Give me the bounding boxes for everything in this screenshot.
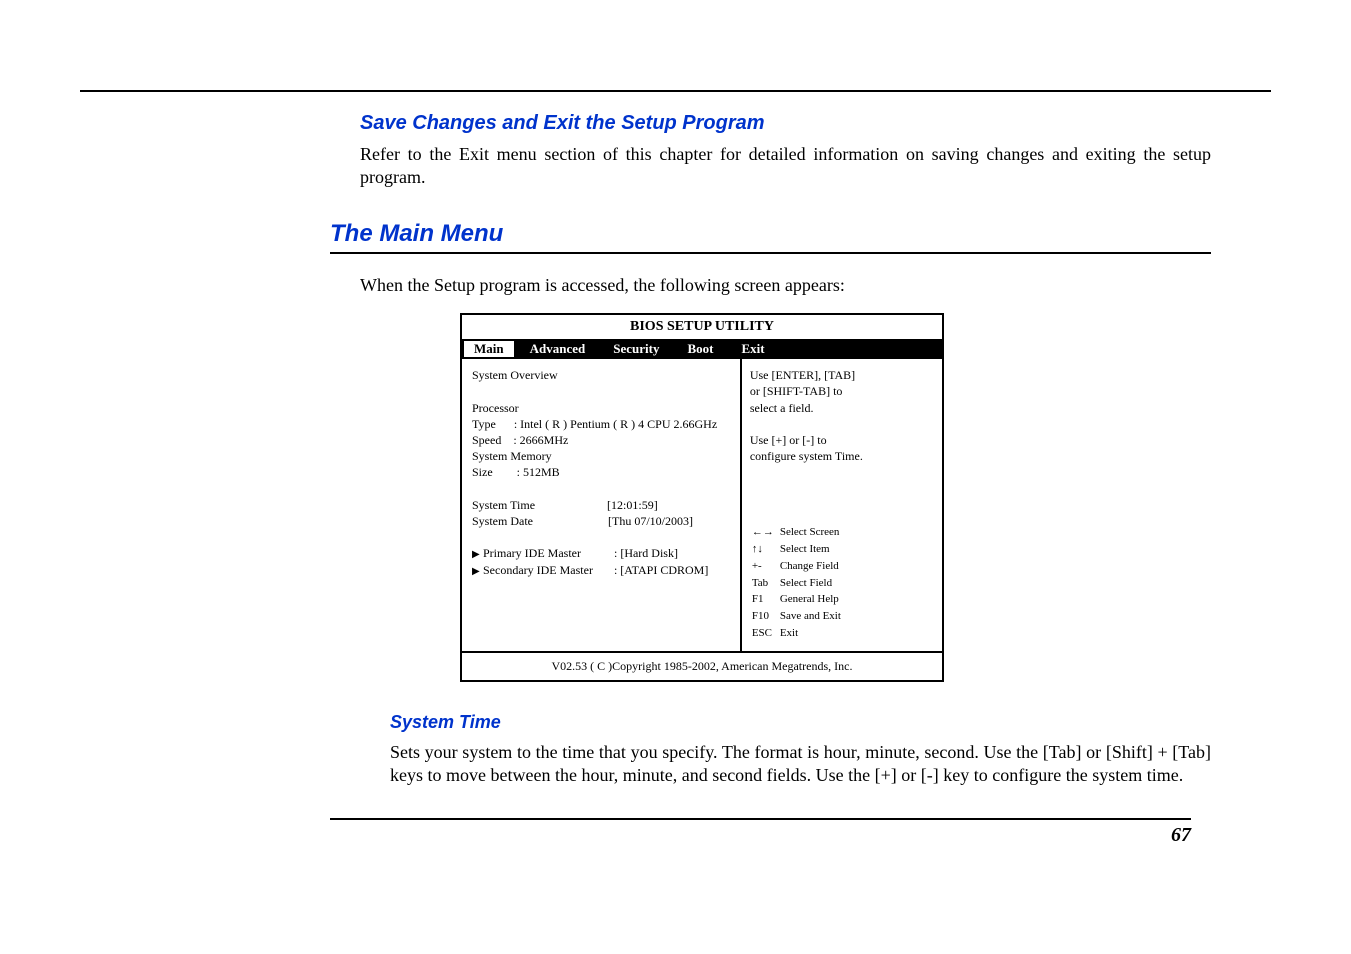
bios-help-text: Use [ENTER], [TAB] or [SHIFT-TAB] to sel… xyxy=(750,367,934,464)
key-lr-label: Select Screen xyxy=(780,525,845,540)
save-exit-section: Save Changes and Exit the Setup Program … xyxy=(360,112,1211,190)
key-ud-label: Select Item xyxy=(780,542,845,557)
bios-time-label: System Time xyxy=(472,498,535,512)
key-f1: F1 xyxy=(752,592,778,607)
bios-body: System Overview Processor Type : Intel (… xyxy=(462,359,942,651)
bios-type-row: Type : Intel ( R ) Pentium ( R ) 4 CPU 2… xyxy=(472,417,717,431)
top-horizontal-rule xyxy=(80,90,1271,92)
system-time-heading: System Time xyxy=(390,712,1271,733)
save-exit-body: Refer to the Exit menu section of this c… xyxy=(360,143,1211,190)
bios-tab-advanced: Advanced xyxy=(516,339,600,359)
bios-size-row: Size : 512MB xyxy=(472,465,560,479)
bios-left-panel: System Overview Processor Type : Intel (… xyxy=(462,359,742,651)
bios-tab-boot: Boot xyxy=(673,339,727,359)
key-esc-label: Exit xyxy=(780,626,845,641)
key-f10-label: Save and Exit xyxy=(780,609,845,624)
page-number: 67 xyxy=(1171,824,1191,846)
key-esc: ESC xyxy=(752,626,778,641)
key-pm: +- xyxy=(752,559,778,574)
triangle-icon: ▶ xyxy=(472,565,480,579)
bios-overview-label: System Overview xyxy=(472,368,558,382)
bios-key-legend: ←→Select Screen ↑↓Select Item +-Change F… xyxy=(750,523,934,643)
bios-setup-screenshot: BIOS SETUP UTILITY Main Advanced Securit… xyxy=(460,313,944,682)
key-f1-label: General Help xyxy=(780,592,845,607)
document-page: Save Changes and Exit the Setup Program … xyxy=(0,0,1351,877)
bios-speed-row: Speed : 2666MHz xyxy=(472,433,568,447)
bios-tab-main: Main xyxy=(463,340,515,358)
bios-processor-label: Processor xyxy=(472,401,519,415)
bios-tab-exit: Exit xyxy=(727,339,778,359)
key-tab: Tab xyxy=(752,576,778,591)
key-ud: ↑↓ xyxy=(752,542,778,557)
bios-primary-value: : [Hard Disk] xyxy=(614,546,678,560)
bios-secondary-value: : [ATAPI CDROM] xyxy=(614,563,708,577)
bios-tab-security: Security xyxy=(599,339,673,359)
bios-memory-label: System Memory xyxy=(472,449,552,463)
key-tab-label: Select Field xyxy=(780,576,845,591)
bios-footer: V02.53 ( C )Copyright 1985-2002, America… xyxy=(462,651,942,680)
bios-right-panel: Use [ENTER], [TAB] or [SHIFT-TAB] to sel… xyxy=(742,359,942,651)
bios-tab-bar: Main Advanced Security Boot Exit xyxy=(462,339,942,359)
main-menu-rule xyxy=(330,252,1211,254)
bios-primary-label: Primary IDE Master xyxy=(483,546,581,560)
page-footer: 67 xyxy=(330,818,1191,847)
bios-title: BIOS SETUP UTILITY xyxy=(462,315,942,339)
triangle-icon: ▶ xyxy=(472,548,480,562)
key-lr: ←→ xyxy=(752,525,778,540)
save-exit-heading: Save Changes and Exit the Setup Program xyxy=(360,112,1211,135)
main-intro-section: When the Setup program is accessed, the … xyxy=(360,274,1211,297)
bios-time-value: [12:01:59] xyxy=(607,498,658,512)
system-time-body: Sets your system to the time that you sp… xyxy=(390,741,1211,788)
bios-date-value: [Thu 07/10/2003] xyxy=(608,514,693,528)
key-pm-label: Change Field xyxy=(780,559,845,574)
main-intro-text: When the Setup program is accessed, the … xyxy=(360,274,1211,297)
main-menu-heading: The Main Menu xyxy=(330,220,1271,248)
bios-secondary-label: Secondary IDE Master xyxy=(483,563,593,577)
key-f10: F10 xyxy=(752,609,778,624)
bios-date-label: System Date xyxy=(472,514,533,528)
